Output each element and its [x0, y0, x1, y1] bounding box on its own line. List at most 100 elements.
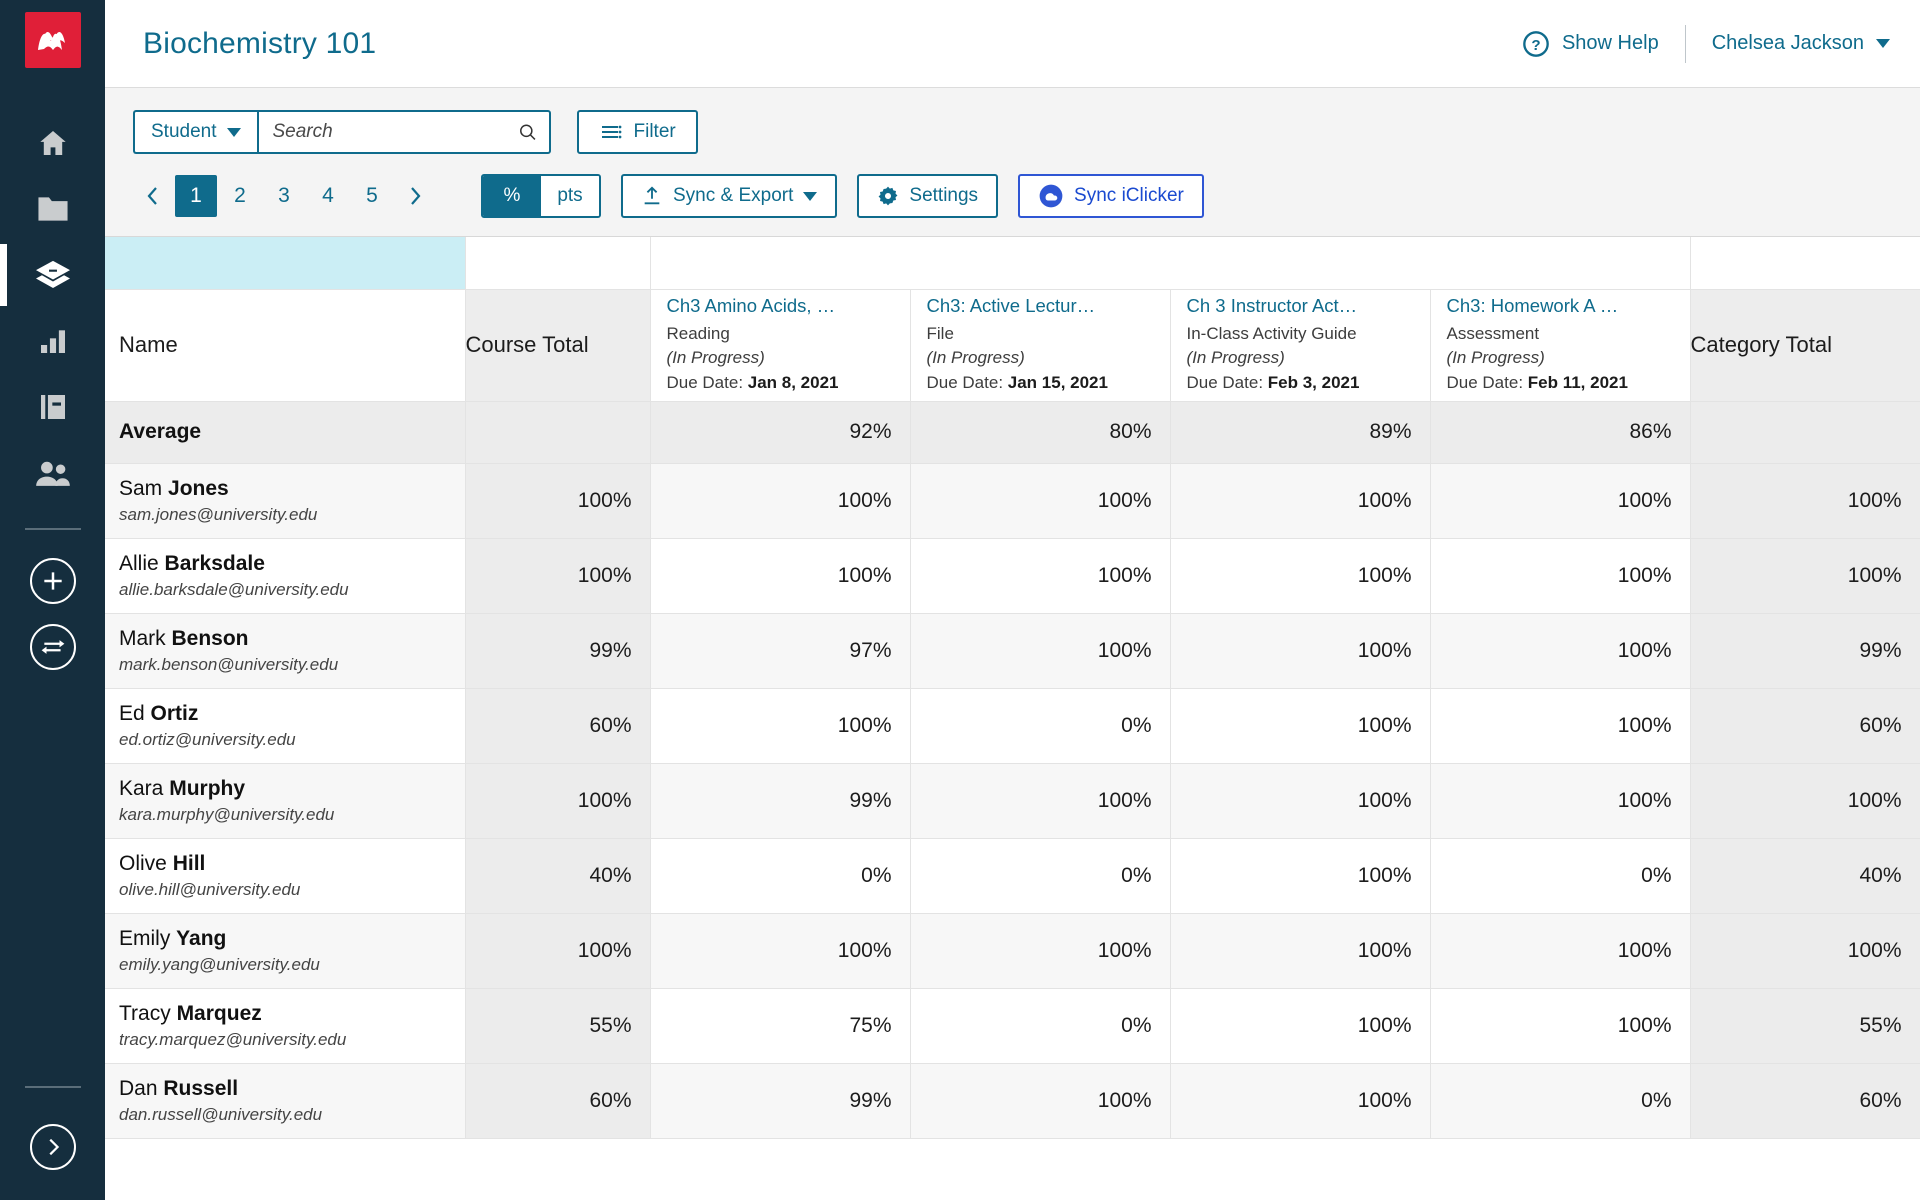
student-name-cell[interactable]: Mark Benson mark.benson@university.edu: [105, 613, 466, 689]
search-field-wrapper[interactable]: [256, 110, 551, 154]
table-row[interactable]: Kara Murphy kara.murphy@university.edu 100…: [105, 763, 1920, 839]
student-name-cell[interactable]: Dan Russell dan.russell@university.edu: [105, 1063, 466, 1139]
table-row[interactable]: Mark Benson mark.benson@university.edu 99%…: [105, 613, 1920, 689]
score-cell[interactable]: 100%: [910, 538, 1171, 614]
sidebar-item-home[interactable]: [0, 110, 105, 176]
score-cell[interactable]: 100%: [1170, 988, 1431, 1064]
score-cell[interactable]: 100%: [1430, 613, 1691, 689]
score-cell[interactable]: 0%: [910, 838, 1171, 914]
student-name-cell[interactable]: Emily Yang emily.yang@university.edu: [105, 913, 466, 989]
column-header-name[interactable]: Name: [105, 289, 466, 402]
score-cell[interactable]: 100%: [1430, 988, 1691, 1064]
student-name-cell[interactable]: Kara Murphy kara.murphy@university.edu: [105, 763, 466, 839]
score-cell[interactable]: 100%: [910, 1063, 1171, 1139]
student-name-cell[interactable]: Ed Ortiz ed.ortiz@university.edu: [105, 688, 466, 764]
score-cell[interactable]: 100%: [650, 688, 911, 764]
score-cell[interactable]: 0%: [1430, 838, 1691, 914]
scope-select-student[interactable]: Student: [133, 110, 257, 154]
score-cell[interactable]: 100%: [910, 463, 1171, 539]
score-cell[interactable]: 100%: [1170, 1063, 1431, 1139]
student-name-cell[interactable]: Sam Jones sam.jones@university.edu: [105, 463, 466, 539]
user-menu-button[interactable]: Chelsea Jackson: [1712, 32, 1890, 55]
table-row[interactable]: Dan Russell dan.russell@university.edu 60%…: [105, 1063, 1920, 1139]
pagination-page-1[interactable]: 1: [175, 175, 217, 217]
score-cell[interactable]: 75%: [650, 988, 911, 1064]
score-cell[interactable]: 100%: [1430, 763, 1691, 839]
search-input[interactable]: [272, 121, 518, 143]
sidebar-item-roster[interactable]: [0, 440, 105, 506]
course-total-cell: 40%: [465, 838, 651, 914]
settings-button[interactable]: Settings: [857, 174, 999, 218]
pagination-page-2[interactable]: 2: [219, 175, 261, 217]
score-cell[interactable]: 0%: [650, 838, 911, 914]
assignment-due: Due Date: Jan 8, 2021: [667, 371, 894, 395]
sync-and-export-button[interactable]: Sync & Export: [621, 174, 838, 218]
column-header-assignment-1[interactable]: Ch3 Amino Acids, … Reading (In Progress)…: [650, 289, 911, 402]
filter-button[interactable]: Filter: [576, 110, 698, 154]
score-cell[interactable]: 0%: [910, 688, 1171, 764]
score-cell[interactable]: 100%: [1170, 913, 1431, 989]
pagination-prev-button[interactable]: [133, 175, 173, 217]
column-header-assignment-2[interactable]: Ch3: Active Lectur… File (In Progress) D…: [910, 289, 1171, 402]
student-name-cell[interactable]: Tracy Marquez tracy.marquez@university.ed…: [105, 988, 466, 1064]
score-cell[interactable]: 100%: [1430, 463, 1691, 539]
score-cell[interactable]: 0%: [910, 988, 1171, 1064]
sync-iclicker-button[interactable]: Sync iClicker: [1018, 174, 1204, 218]
score-cell[interactable]: 100%: [1170, 463, 1431, 539]
table-row[interactable]: Sam Jones sam.jones@university.edu 100% 100…: [105, 463, 1920, 539]
expand-circle-icon[interactable]: [29, 1124, 76, 1170]
column-header-assignment-4[interactable]: Ch3: Homework A … Assessment (In Progres…: [1430, 289, 1691, 402]
score-cell[interactable]: 100%: [1170, 763, 1431, 839]
column-header-assignment-3[interactable]: Ch 3 Instructor Act… In-Class Activity G…: [1170, 289, 1431, 402]
score-cell[interactable]: 100%: [1170, 688, 1431, 764]
pagination-page-3[interactable]: 3: [263, 175, 305, 217]
score-cell[interactable]: 99%: [650, 763, 911, 839]
score-cell[interactable]: 100%: [1170, 613, 1431, 689]
pagination-page-5[interactable]: 5: [351, 175, 393, 217]
score-cell[interactable]: 100%: [1430, 913, 1691, 989]
sidebar-item-course[interactable]: [0, 242, 105, 308]
score-cell[interactable]: 100%: [910, 763, 1171, 839]
table-row[interactable]: Allie Barksdale allie.barksdale@universit…: [105, 538, 1920, 614]
add-circle-icon[interactable]: [29, 558, 76, 604]
course-total-cell: 100%: [465, 913, 651, 989]
svg-text:?: ?: [1531, 36, 1540, 53]
score-cell[interactable]: 100%: [650, 538, 911, 614]
score-cell[interactable]: 100%: [650, 463, 911, 539]
score-cell[interactable]: 100%: [1430, 688, 1691, 764]
score-cell[interactable]: 0%: [1430, 1063, 1691, 1139]
score-cell[interactable]: 100%: [910, 913, 1171, 989]
score-cell[interactable]: 100%: [910, 613, 1171, 689]
table-row[interactable]: Tracy Marquez tracy.marquez@university.ed…: [105, 988, 1920, 1064]
sidebar-item-reports[interactable]: [0, 308, 105, 374]
assignment-title[interactable]: Ch3: Homework A …: [1447, 295, 1674, 317]
gradebook-grid[interactable]: Name Course Total Ch3 Amino Acids, … Rea…: [105, 236, 1920, 1200]
score-cell[interactable]: 100%: [1430, 538, 1691, 614]
pagination-page-4[interactable]: 4: [307, 175, 349, 217]
unit-toggle-points[interactable]: pts: [541, 176, 599, 216]
swap-circle-icon[interactable]: [29, 624, 76, 670]
score-cell[interactable]: 99%: [650, 1063, 911, 1139]
assignment-title[interactable]: Ch3 Amino Acids, …: [667, 295, 894, 317]
sidebar-item-gradebook[interactable]: [0, 374, 105, 440]
table-row[interactable]: Olive Hill olive.hill@university.edu 40% 0%…: [105, 838, 1920, 914]
score-cell[interactable]: 100%: [1170, 538, 1431, 614]
macmillan-logo[interactable]: [24, 12, 81, 68]
table-row[interactable]: Ed Ortiz ed.ortiz@university.edu 60% 100% 0%…: [105, 688, 1920, 764]
assignment-title[interactable]: Ch 3 Instructor Act…: [1187, 295, 1414, 317]
column-header-category-total[interactable]: Category Total: [1690, 289, 1920, 402]
column-header-course-total[interactable]: Course Total: [465, 289, 651, 402]
show-help-button[interactable]: ? Show Help: [1522, 30, 1659, 58]
unit-toggle-percent[interactable]: %: [483, 176, 541, 216]
student-name-cell[interactable]: Olive Hill olive.hill@university.edu: [105, 838, 466, 914]
student-name-cell[interactable]: Allie Barksdale allie.barksdale@universit…: [105, 538, 466, 614]
score-cell[interactable]: 100%: [650, 913, 911, 989]
table-row[interactable]: Emily Yang emily.yang@university.edu 100% 1…: [105, 913, 1920, 989]
student-email: kara.murphy@university.edu: [119, 805, 335, 825]
assignment-title[interactable]: Ch3: Active Lectur…: [927, 295, 1154, 317]
pagination-next-button[interactable]: [395, 175, 435, 217]
score-cell[interactable]: 97%: [650, 613, 911, 689]
score-cell[interactable]: 100%: [1170, 838, 1431, 914]
sidebar-item-resources[interactable]: [0, 176, 105, 242]
search-icon[interactable]: [518, 119, 537, 145]
